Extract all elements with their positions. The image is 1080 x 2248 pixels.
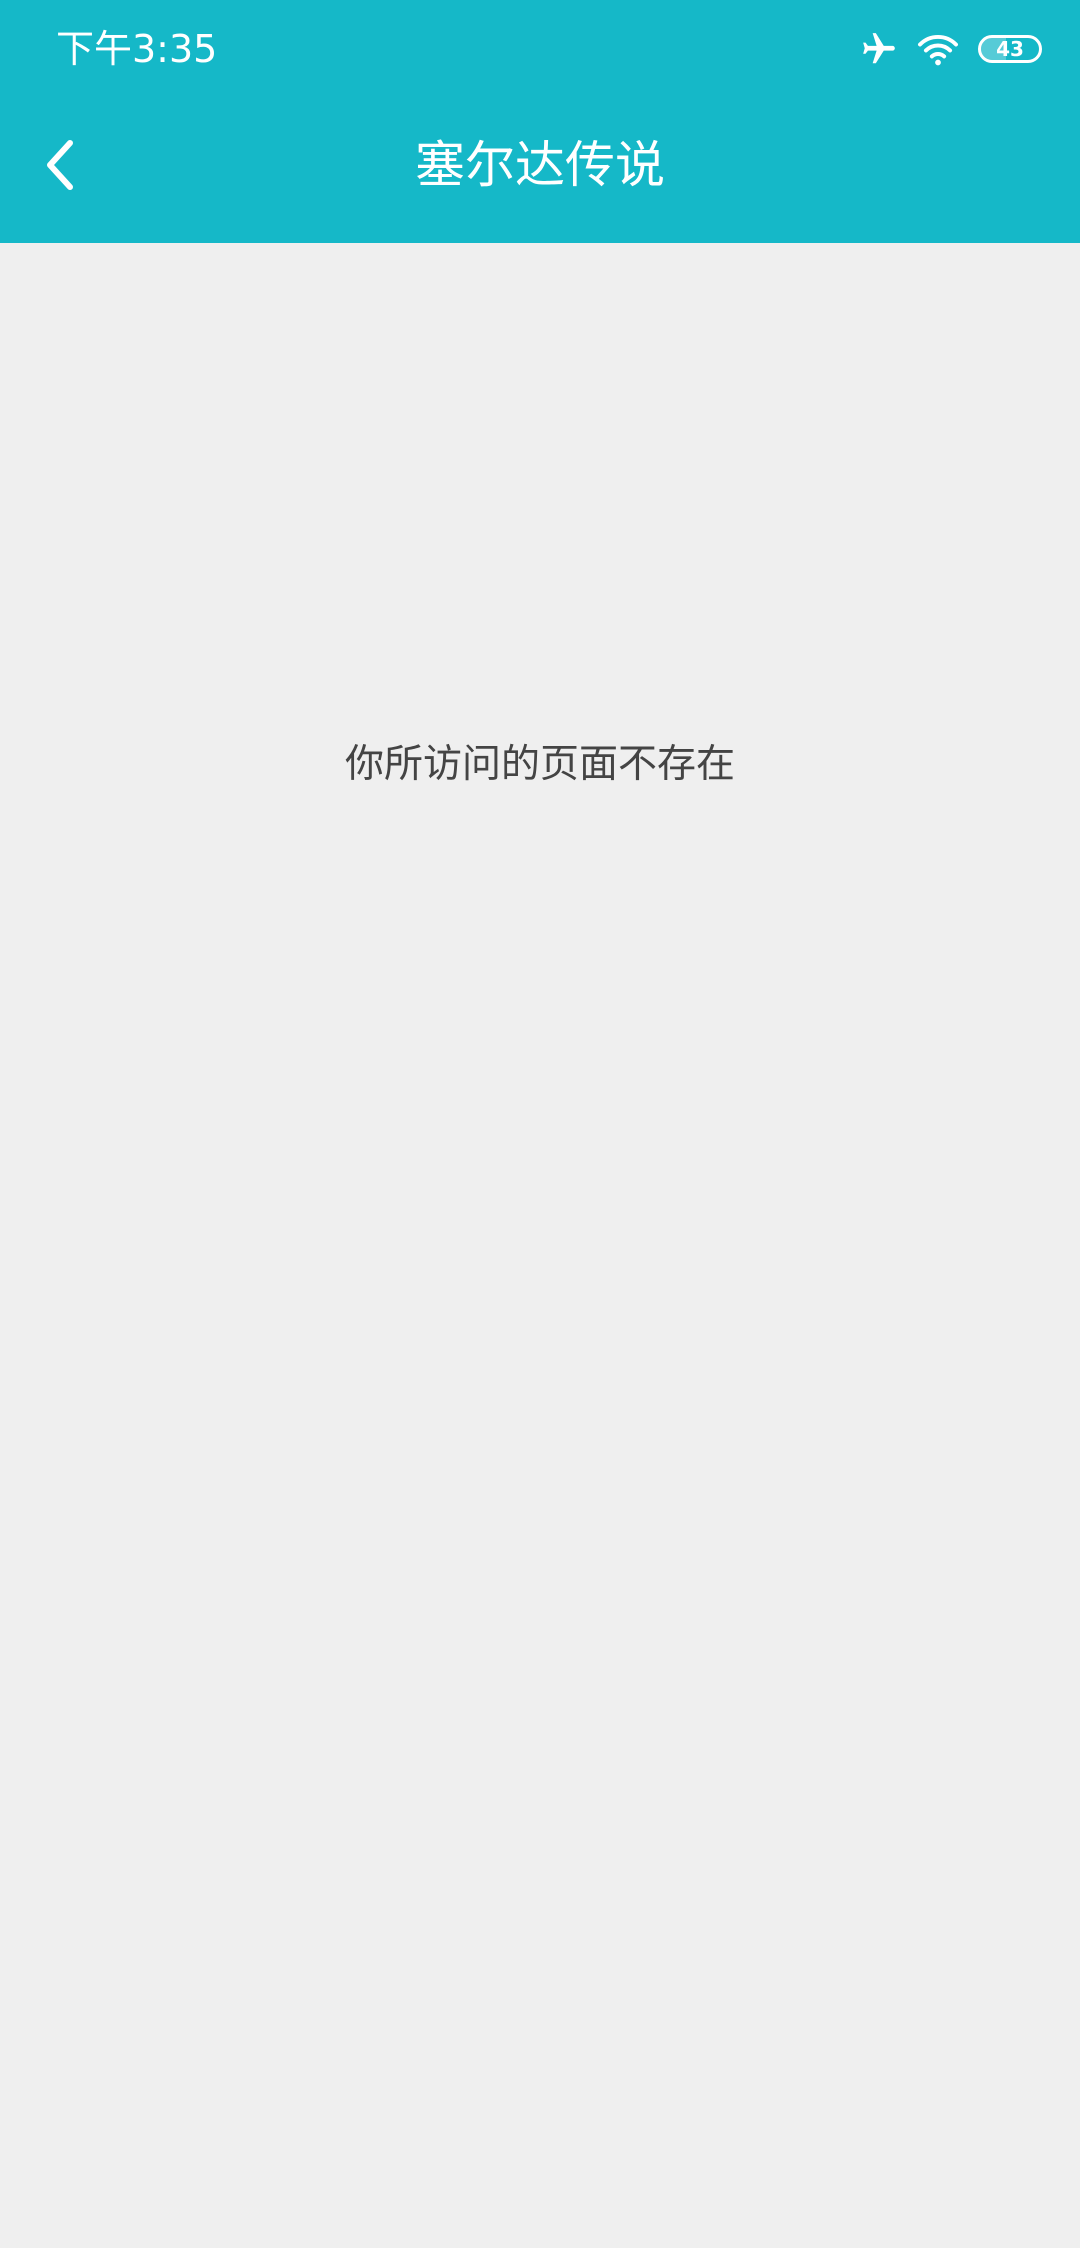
- battery-icon: 43: [978, 35, 1042, 63]
- wifi-icon: [916, 31, 960, 67]
- battery-indicator: 43: [978, 35, 1042, 63]
- airplane-mode-icon: [860, 30, 898, 68]
- page-not-found-message: 你所访问的页面不存在: [344, 742, 735, 787]
- page-title: 塞尔达传说: [415, 136, 665, 194]
- chevron-left-icon: [47, 140, 73, 190]
- battery-level: 43: [996, 37, 1024, 61]
- app-header: 下午3:35 43 塞尔达传说: [0, 0, 1080, 243]
- back-button[interactable]: [20, 120, 100, 210]
- status-time: 下午3:35: [56, 27, 218, 71]
- status-icons: 43: [842, 22, 1042, 76]
